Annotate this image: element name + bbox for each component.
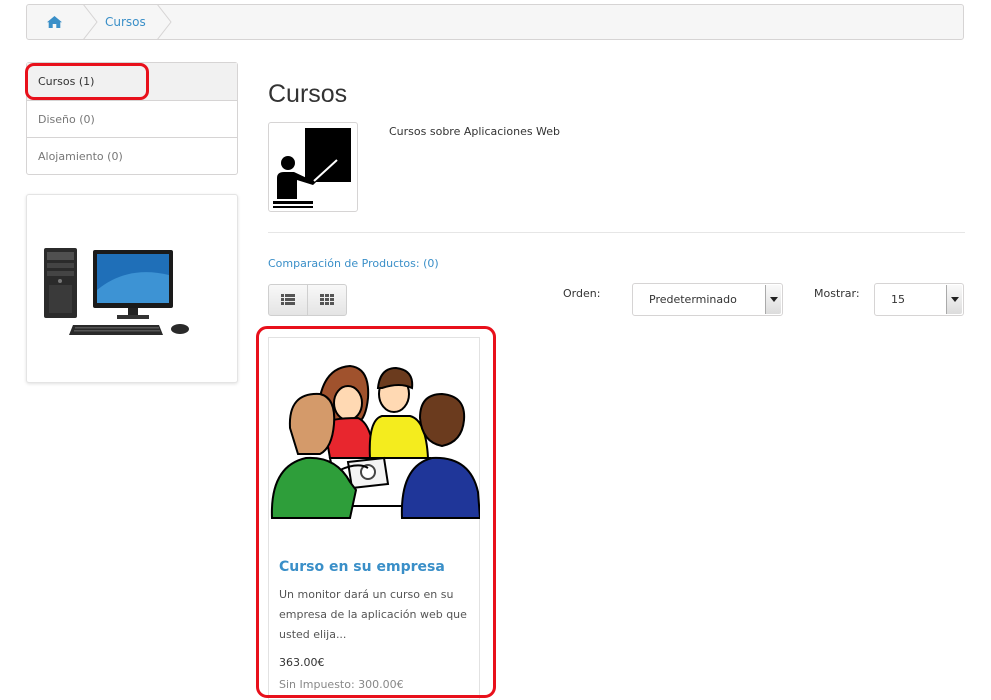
show-select[interactable]: 15 bbox=[874, 283, 964, 316]
home-icon bbox=[47, 16, 62, 28]
order-select[interactable]: Predeterminado bbox=[632, 283, 783, 316]
breadcrumb-separator bbox=[83, 5, 98, 39]
view-toggle bbox=[268, 284, 347, 316]
highlight-annotation bbox=[256, 326, 496, 698]
breadcrumb-home-link[interactable] bbox=[27, 5, 83, 39]
order-select-value: Predeterminado bbox=[649, 293, 737, 306]
category-description: Cursos sobre Aplicaciones Web bbox=[389, 125, 561, 138]
sidebar-banner[interactable] bbox=[26, 194, 238, 383]
compare-products-link[interactable]: Comparación de Productos: (0) bbox=[268, 257, 439, 270]
computer-image bbox=[44, 248, 189, 335]
breadcrumb-separator bbox=[157, 5, 172, 39]
list-view-button[interactable] bbox=[269, 285, 307, 315]
category-item-diseno[interactable]: Diseño (0) bbox=[27, 100, 237, 137]
chevron-down-icon bbox=[765, 285, 781, 314]
grid-view-icon bbox=[320, 294, 334, 305]
show-label: Mostrar: bbox=[814, 287, 860, 300]
list-view-icon bbox=[281, 294, 295, 305]
category-item-alojamiento[interactable]: Alojamiento (0) bbox=[27, 137, 237, 174]
chevron-down-icon bbox=[946, 285, 962, 314]
teacher-icon bbox=[273, 128, 351, 208]
divider bbox=[268, 232, 965, 233]
order-label: Orden: bbox=[563, 287, 601, 300]
grid-view-button[interactable] bbox=[307, 285, 346, 315]
highlight-annotation bbox=[25, 63, 149, 100]
breadcrumb-item-cursos[interactable]: Cursos bbox=[105, 15, 146, 29]
category-image bbox=[268, 122, 358, 212]
show-select-value: 15 bbox=[891, 293, 905, 306]
page-title: Cursos bbox=[268, 80, 348, 108]
breadcrumb: Cursos bbox=[26, 4, 964, 40]
